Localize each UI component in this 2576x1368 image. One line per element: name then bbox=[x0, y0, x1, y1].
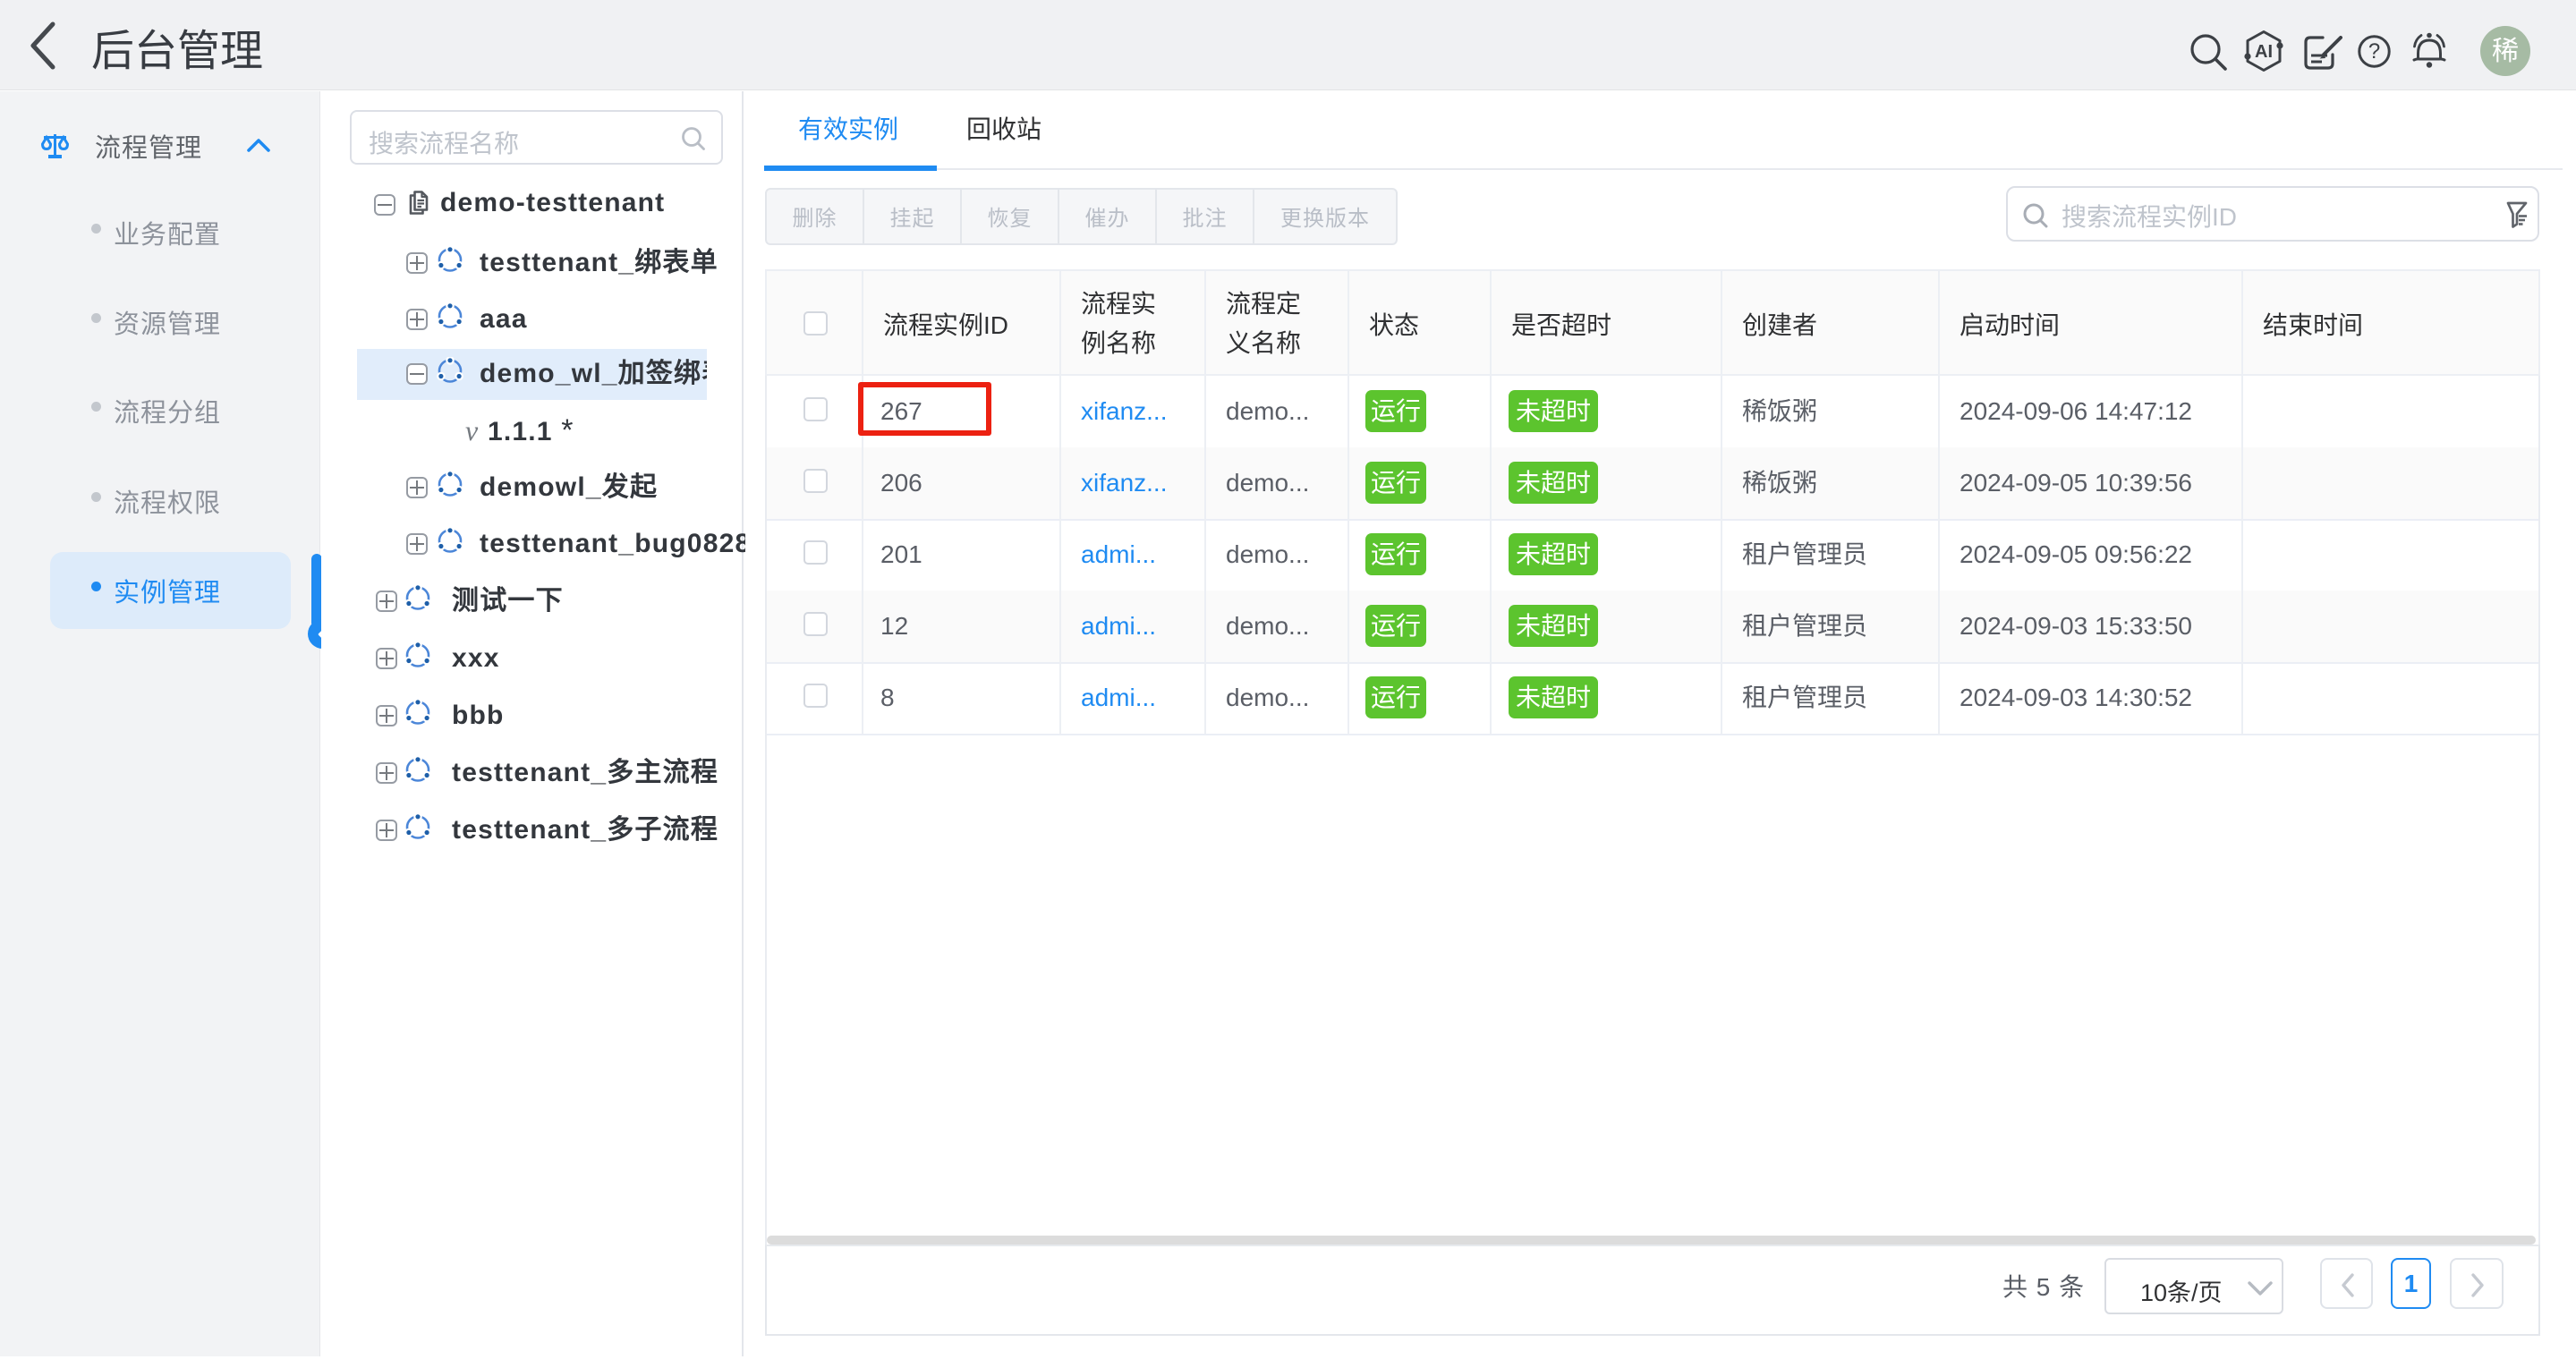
svg-text:?: ? bbox=[2368, 39, 2380, 64]
svg-text:AI: AI bbox=[2255, 42, 2273, 62]
